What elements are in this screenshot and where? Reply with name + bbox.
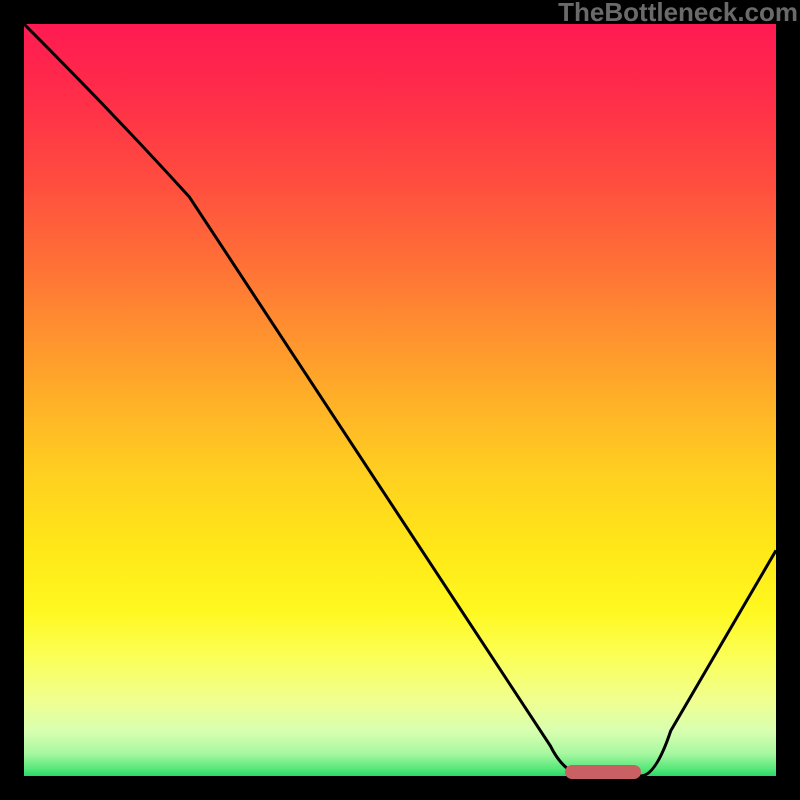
watermark-text: TheBottleneck.com [558, 0, 798, 28]
chart-curve-layer [24, 24, 776, 776]
bottleneck-curve [24, 24, 776, 776]
optimal-range-marker [565, 765, 640, 779]
chart-frame [24, 24, 776, 776]
